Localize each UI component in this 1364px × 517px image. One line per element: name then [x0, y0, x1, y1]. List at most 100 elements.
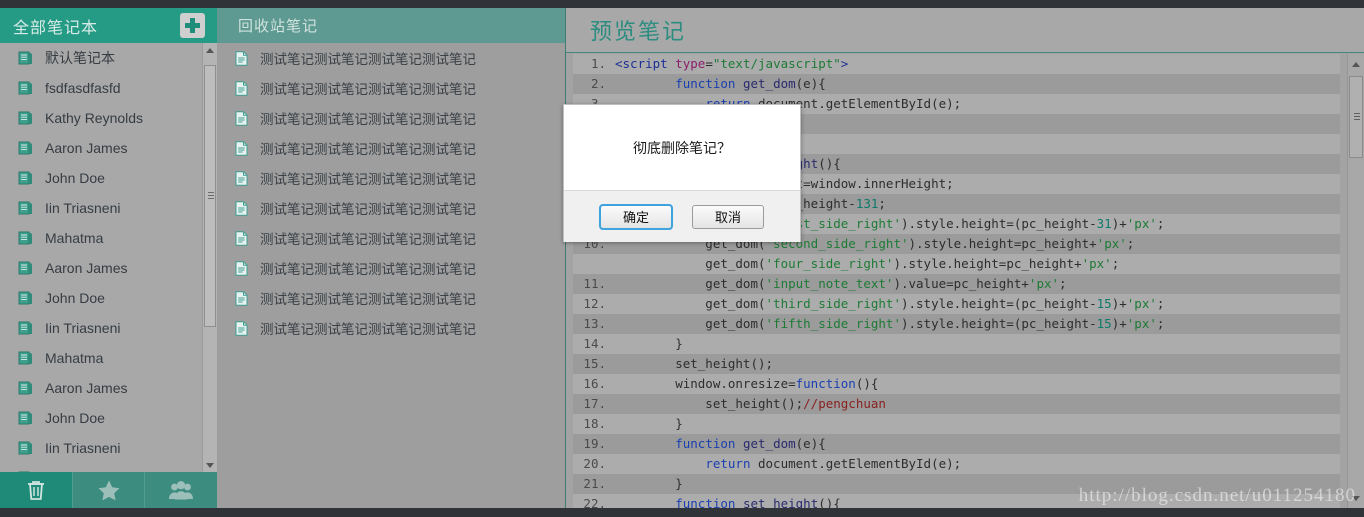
code-token: ; — [1111, 256, 1120, 271]
note-item[interactable]: 测试笔记测试笔记测试笔记测试笔记 — [217, 163, 565, 193]
notebook-item[interactable]: 默认笔记本 — [0, 43, 217, 73]
code-token: ; — [1059, 276, 1067, 291]
note-item[interactable]: 测试笔记测试笔记测试笔记测试笔记 — [217, 223, 565, 253]
notebook-item[interactable]: Kathy Reynolds — [0, 103, 217, 133]
notebook-item[interactable]: Aaron James — [0, 253, 217, 283]
notes-panel: 回收站笔记 测试笔记测试笔记测试笔记测试笔记 测试笔记测试笔记测试笔记测试笔记 测试… — [217, 8, 565, 508]
code-scroll-up-button[interactable] — [1348, 56, 1364, 72]
code-token: ).style.height=(pc_height- — [900, 296, 1097, 311]
note-item-title: 测试笔记测试笔记测试笔记测试笔记 — [260, 112, 476, 127]
code-line-number: 20. — [583, 456, 606, 471]
note-document-icon — [235, 200, 248, 216]
notebook-item[interactable]: John Doe — [0, 403, 217, 433]
code-scrollbar[interactable] — [1347, 54, 1364, 508]
notebook-item[interactable]: John Doe — [0, 163, 217, 193]
code-token: window.onresize= — [615, 376, 796, 391]
code-token: get_dom( — [615, 316, 766, 331]
notebook-item[interactable]: Aaron James — [0, 373, 217, 403]
code-scroll-down-button[interactable] — [1348, 490, 1364, 506]
code-token: (e){ — [795, 76, 826, 91]
notebook-item[interactable]: Mahatma — [0, 463, 217, 472]
note-document-icon — [235, 50, 248, 66]
notebook-icon — [18, 381, 32, 395]
favorites-button[interactable] — [73, 472, 146, 508]
code-line-number: 21. — [583, 476, 606, 491]
note-item[interactable]: 测试笔记测试笔记测试笔记测试笔记 — [217, 193, 565, 223]
code-token: ; — [1126, 236, 1135, 251]
code-line-content: window.onresize=function(){ — [615, 374, 1340, 394]
code-line-number: 1. — [590, 56, 606, 71]
code-line-number: 14. — [583, 336, 606, 351]
notes-title: 回收站笔记 — [238, 18, 319, 35]
note-item[interactable]: 测试笔记测试笔记测试笔记测试笔记 — [217, 133, 565, 163]
code-token: get_dom( — [615, 256, 766, 271]
code-line: 11. get_dom('input_note_text').value=pc_… — [573, 274, 1340, 294]
code-line: 20. return document.getElementById(e); — [573, 454, 1340, 474]
notebook-item[interactable]: Aaron James — [0, 133, 217, 163]
code-token: document.getElementById(e); — [750, 456, 962, 471]
grip-icon — [208, 192, 214, 200]
code-token: return — [705, 456, 751, 471]
note-item[interactable]: 测试笔记测试笔记测试笔记测试笔记 — [217, 313, 565, 343]
notebook-item-label: Iin Triasneni — [45, 320, 121, 336]
notebook-item[interactable]: John Doe — [0, 283, 217, 313]
notebook-icon — [18, 51, 32, 65]
notebooks-header: 全部笔记本 — [0, 8, 217, 43]
notebook-item[interactable]: fsdfasdfasfd — [0, 73, 217, 103]
code-token: (){ — [855, 376, 879, 391]
confirm-button[interactable]: 确定 — [599, 203, 673, 230]
scroll-up-button[interactable] — [203, 43, 217, 57]
note-list[interactable]: 测试笔记测试笔记测试笔记测试笔记 测试笔记测试笔记测试笔记测试笔记 测试笔记测试笔记… — [217, 43, 565, 508]
notebook-list[interactable]: 默认笔记本 fsdfasdfasfd Kathy Reynolds Aaron Jam… — [0, 43, 217, 472]
code-line-content: } — [615, 334, 1340, 354]
note-item[interactable]: 测试笔记测试笔记测试笔记测试笔记 — [217, 283, 565, 313]
note-item-title: 测试笔记测试笔记测试笔记测试笔记 — [260, 232, 476, 247]
note-document-icon — [235, 290, 248, 306]
notebook-item-label: Kathy Reynolds — [45, 110, 144, 126]
cancel-button[interactable]: 取消 — [692, 204, 764, 229]
code-token: function — [675, 76, 736, 91]
notebook-item[interactable]: Iin Triasneni — [0, 433, 217, 463]
code-line: 2. function get_dom(e){ — [573, 74, 1340, 94]
note-item[interactable]: 测试笔记测试笔记测试笔记测试笔记 — [217, 253, 565, 283]
trash-button[interactable] — [0, 472, 73, 508]
note-item[interactable]: 测试笔记测试笔记测试笔记测试笔记 — [217, 73, 565, 103]
notebook-item[interactable]: Mahatma — [0, 223, 217, 253]
note-item-title: 测试笔记测试笔记测试笔记测试笔记 — [260, 52, 476, 67]
dialog-footer: 确定 取消 — [564, 190, 800, 242]
notebook-item[interactable]: Iin Triasneni — [0, 193, 217, 223]
notebook-item[interactable]: Iin Triasneni — [0, 313, 217, 343]
note-item-title: 测试笔记测试笔记测试笔记测试笔记 — [260, 82, 476, 97]
delete-confirm-dialog: 彻底删除笔记？ 确定 取消 — [563, 104, 801, 242]
code-token: } — [615, 336, 683, 351]
code-token: } — [615, 476, 683, 491]
code-token: (e){ — [795, 436, 826, 451]
code-line-number: 12. — [583, 296, 606, 311]
code-scrollbar-thumb[interactable] — [1349, 76, 1363, 158]
notebook-icon — [18, 321, 32, 335]
scrollbar-thumb[interactable] — [204, 65, 216, 327]
preview-header: 预览笔记 — [566, 8, 1364, 53]
notebook-item-label: Iin Triasneni — [45, 440, 121, 456]
code-token: ; — [1156, 316, 1165, 331]
note-document-icon — [235, 230, 248, 246]
note-item-title: 测试笔记测试笔记测试笔记测试笔记 — [260, 322, 476, 337]
code-token: 31 — [1096, 216, 1112, 231]
note-item[interactable]: 测试笔记测试笔记测试笔记测试笔记 — [217, 43, 565, 73]
note-document-icon — [235, 260, 248, 276]
code-line-number: 17. — [583, 396, 606, 411]
chevron-up-icon — [1352, 61, 1360, 67]
note-document-icon — [235, 80, 248, 96]
shared-group-button[interactable] — [145, 472, 217, 508]
notebook-list-scrollbar[interactable] — [202, 43, 217, 472]
code-token: 'px' — [1126, 216, 1157, 231]
scroll-down-button[interactable] — [203, 458, 217, 472]
code-token: )+ — [1111, 316, 1127, 331]
code-token: 'px' — [1081, 256, 1112, 271]
note-item[interactable]: 测试笔记测试笔记测试笔记测试笔记 — [217, 103, 565, 133]
code-line-content: get_dom('input_note_text').value=pc_heig… — [615, 274, 1340, 294]
add-notebook-button[interactable] — [180, 13, 205, 38]
notebook-item[interactable]: Mahatma — [0, 343, 217, 373]
code-token: } — [615, 416, 683, 431]
code-token: )+ — [1111, 216, 1127, 231]
